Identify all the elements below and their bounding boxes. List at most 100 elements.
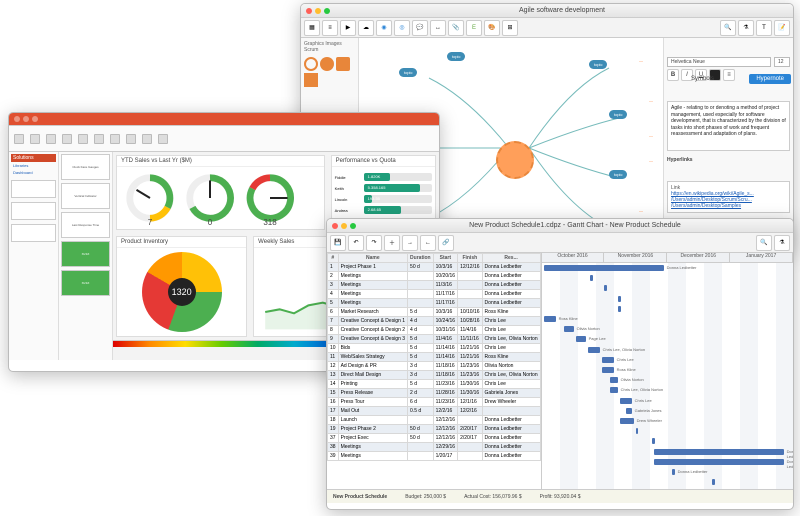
redo-button[interactable]: ↷: [366, 235, 382, 251]
hypernote-tab[interactable]: Hypernote: [749, 74, 791, 84]
gantt-chart[interactable]: October 2016November 2016December 2016Ja…: [541, 253, 793, 489]
titlebar[interactable]: Agile software development: [301, 4, 793, 18]
paste-button[interactable]: [12, 130, 26, 148]
close-icon[interactable]: [332, 223, 338, 229]
table-row[interactable]: 14Printing5 d11/23/1611/30/16Chris Lee: [328, 380, 541, 389]
col-header[interactable]: Name: [338, 254, 407, 263]
leaf-node[interactable]: —: [649, 133, 653, 138]
save-button[interactable]: 💾: [330, 235, 346, 251]
gantt-bar[interactable]: [576, 336, 586, 342]
link-button[interactable]: 🔗: [438, 235, 454, 251]
format-button[interactable]: T: [756, 20, 772, 36]
table-row[interactable]: 15Press Release2 d11/28/1611/30/16Gabrie…: [328, 389, 541, 398]
table-row[interactable]: 3Meetings11/3/16Donna Ledbetter: [328, 281, 541, 290]
thumbnail[interactable]: [11, 202, 56, 220]
table-row[interactable]: 12Ad Design & PR3 d11/18/1611/23/16Olivi…: [328, 362, 541, 371]
presentation-button[interactable]: ▶: [340, 20, 356, 36]
col-header[interactable]: Finish: [458, 254, 482, 263]
search-button[interactable]: 🔍: [756, 235, 772, 251]
gantt-bar[interactable]: [610, 387, 618, 393]
topic-node[interactable]: topic: [447, 52, 465, 61]
target-icon[interactable]: [304, 57, 318, 71]
center-node[interactable]: [496, 141, 534, 179]
clock-icon[interactable]: [320, 57, 334, 71]
chart-icon[interactable]: [304, 73, 318, 87]
pages-button[interactable]: ▦: [304, 20, 320, 36]
gantt-bar[interactable]: [712, 479, 715, 485]
leaf-node[interactable]: —: [639, 208, 643, 213]
minimize-icon[interactable]: [23, 116, 29, 122]
topic-node[interactable]: topic: [589, 60, 607, 69]
list-button[interactable]: ≡: [723, 69, 735, 81]
table-row[interactable]: 38Meetings12/29/16Donna Ledbetter: [328, 443, 541, 452]
solution-item[interactable]: Libraries: [11, 162, 56, 169]
col-header[interactable]: Start: [433, 254, 457, 263]
gantt-bar[interactable]: [604, 285, 607, 291]
callout-button[interactable]: 💬: [412, 20, 428, 36]
leaf-node[interactable]: —: [639, 58, 643, 63]
table-row[interactable]: 11Web/Sales Strategy5 d11/14/1611/21/16R…: [328, 353, 541, 362]
table-row[interactable]: 4Meetings11/17/16Donna Ledbetter: [328, 290, 541, 299]
topic-node[interactable]: topic: [609, 110, 627, 119]
leaf-node[interactable]: —: [649, 158, 653, 163]
table-row[interactable]: 16Press Tour6 d11/23/1612/1/16Drew Wheel…: [328, 398, 541, 407]
table-row[interactable]: 9Creative Concept & Design 35 d11/4/1611…: [328, 335, 541, 344]
gantt-bar[interactable]: [588, 347, 600, 353]
col-header[interactable]: Duration: [408, 254, 434, 263]
titlebar[interactable]: [9, 113, 439, 126]
gantt-bar[interactable]: [620, 418, 634, 424]
gantt-bar[interactable]: [626, 408, 632, 414]
note-text[interactable]: Agile - relating to or denoting a method…: [667, 101, 790, 151]
add-task-button[interactable]: ＋: [384, 235, 400, 251]
relationship-button[interactable]: ↔: [430, 20, 446, 36]
col-header[interactable]: Res...: [482, 254, 540, 263]
lib-item[interactable]: XLSX: [61, 270, 110, 296]
table-row[interactable]: 18Launch12/12/16Donna Ledbetter: [328, 416, 541, 425]
zoom-icon[interactable]: [324, 8, 330, 14]
thumbnail[interactable]: [11, 180, 56, 198]
gantt-bar[interactable]: [654, 449, 784, 455]
minimize-icon[interactable]: [315, 8, 321, 14]
lib-item[interactable]: Vertical Indicator: [61, 183, 110, 209]
gantt-bar[interactable]: [620, 398, 632, 404]
undo-button[interactable]: ↶: [348, 235, 364, 251]
align-button[interactable]: [140, 130, 154, 148]
shapes-button[interactable]: [92, 130, 106, 148]
gantt-bar[interactable]: [654, 459, 784, 465]
arrange-button[interactable]: ⊞: [502, 20, 518, 36]
outline-button[interactable]: ≡: [322, 20, 338, 36]
brainstorm-button[interactable]: ☁: [358, 20, 374, 36]
fontsize-select[interactable]: 12: [774, 57, 790, 67]
search-button[interactable]: 🔍: [720, 20, 736, 36]
table-row[interactable]: 39Meetings1/20/17Donna Ledbetter: [328, 452, 541, 461]
task-table[interactable]: #NameDurationStartFinishRes...1Project P…: [327, 253, 541, 489]
thumbnail[interactable]: [11, 224, 56, 242]
lib-item[interactable]: Clock Face Gauges: [61, 154, 110, 180]
font-select[interactable]: Helvetica Neue: [667, 57, 771, 67]
gantt-bar[interactable]: [544, 265, 664, 271]
gantt-bar[interactable]: [652, 438, 655, 444]
subtopic-button[interactable]: ◎: [394, 20, 410, 36]
indent-button[interactable]: →: [402, 235, 418, 251]
note-button[interactable]: 📝: [774, 20, 790, 36]
outdent-button[interactable]: ←: [420, 235, 436, 251]
attach-button[interactable]: 📎: [448, 20, 464, 36]
gantt-bar[interactable]: [636, 428, 638, 434]
titlebar[interactable]: New Product Schedule1.cdpz - Gantt Chart…: [327, 219, 793, 233]
theme-button[interactable]: 🎨: [484, 20, 500, 36]
col-header[interactable]: #: [328, 254, 339, 263]
text-button[interactable]: [108, 130, 122, 148]
gantt-bar[interactable]: [590, 275, 593, 281]
hyperlink[interactable]: /Users/admin/Desktop/Samples: [671, 203, 786, 209]
table-row[interactable]: 2Meetings10/20/16Donna Ledbetter: [328, 272, 541, 281]
copy-button[interactable]: [44, 130, 58, 148]
gantt-bar[interactable]: [602, 357, 614, 363]
gantt-bar[interactable]: [544, 316, 556, 322]
format-button[interactable]: [156, 130, 170, 148]
table-row[interactable]: 7Creative Concept & Design 14 d10/24/161…: [328, 317, 541, 326]
cut-button[interactable]: [28, 130, 42, 148]
table-row[interactable]: 17Mail Out0.5 d12/2/1612/2/16: [328, 407, 541, 416]
filter-button[interactable]: ⚗: [774, 235, 790, 251]
table-row[interactable]: 5Meetings11/17/16Donna Ledbetter: [328, 299, 541, 308]
image-button[interactable]: [124, 130, 138, 148]
